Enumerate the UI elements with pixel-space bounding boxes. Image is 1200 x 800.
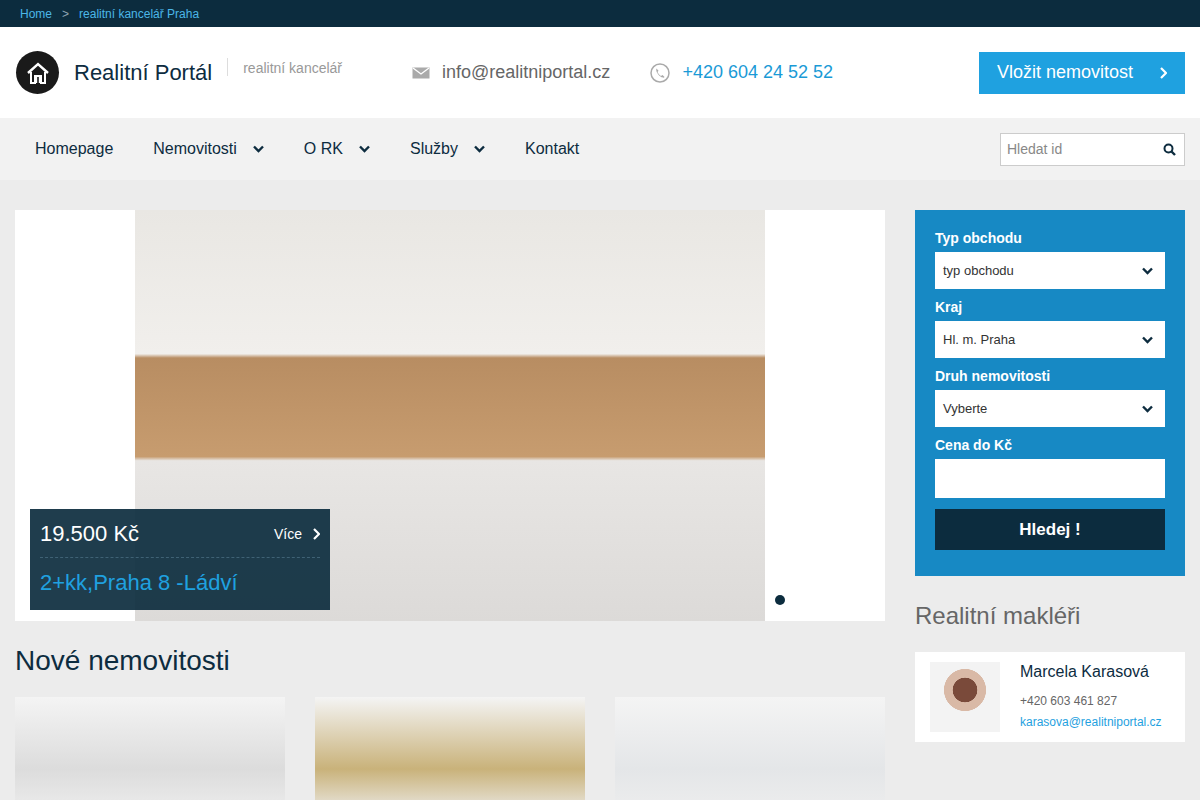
breadcrumb-link[interactable]: realitní kancelář Praha	[79, 7, 199, 21]
menu-label: O RK	[304, 140, 343, 158]
menu-item[interactable]: O RK	[284, 140, 390, 158]
more-label: Více	[274, 526, 302, 542]
header: Realitní Portál realitní kancelář info@rea…	[0, 27, 1200, 118]
select-value: typ obchodu	[943, 263, 1014, 278]
select-field[interactable]: Hl. m. Praha	[935, 321, 1165, 358]
breadcrumb-separator: >	[62, 7, 69, 21]
hero-slider: 19.500 Kč Více 2+kk,Praha 8 -Ládví	[15, 210, 885, 621]
agent-email[interactable]: karasova@realitniportal.cz	[1020, 715, 1162, 729]
chevron-down-icon	[253, 145, 264, 153]
menu-label: Služby	[410, 140, 458, 158]
slider-dots	[775, 595, 785, 605]
menu-label: Nemovitosti	[153, 140, 237, 158]
house-icon	[26, 62, 50, 84]
agent-phone: +420 603 461 827	[1020, 694, 1162, 708]
section-title: Nové nemovitosti	[15, 645, 885, 677]
property-card[interactable]	[315, 697, 585, 800]
slide-price: 19.500 Kč	[40, 521, 139, 547]
slide-title[interactable]: 2+kk,Praha 8 -Ládví	[40, 570, 320, 596]
caption-row: 19.500 Kč Více	[40, 521, 320, 558]
select-value: Hl. m. Praha	[943, 332, 1015, 347]
property-cards	[15, 697, 885, 800]
site-subtitle: realitní kancelář	[243, 60, 342, 76]
field-label: Kraj	[935, 299, 1165, 315]
main-menu: Homepage Nemovitosti O RK Služby Kontakt	[0, 118, 1200, 180]
add-property-label: Vložit nemovitost	[997, 62, 1133, 83]
property-card[interactable]	[615, 697, 885, 800]
logo[interactable]	[16, 51, 59, 94]
phone-contact: +420 604 24 52 52	[650, 62, 833, 83]
property-card[interactable]	[15, 697, 285, 800]
search-button[interactable]: Hledej !	[935, 509, 1165, 550]
select-value: Vyberte	[943, 401, 987, 416]
menu-item[interactable]: Kontakt	[505, 140, 599, 158]
slide-caption: 19.500 Kč Více 2+kk,Praha 8 -Ládví	[30, 509, 330, 610]
main-content: 19.500 Kč Více 2+kk,Praha 8 -Ládví Nové nem…	[0, 180, 1200, 800]
chevron-down-icon	[1142, 405, 1153, 413]
chevron-down-icon	[1142, 267, 1153, 275]
chevron-down-icon	[359, 145, 370, 153]
field-label: Druh nemovitosti	[935, 368, 1165, 384]
menu-item[interactable]: Homepage	[15, 140, 133, 158]
field-label: Typ obchodu	[935, 230, 1165, 246]
email-contact: info@realitniportal.cz	[412, 62, 610, 83]
menu-label: Homepage	[35, 140, 113, 158]
right-column: Typ obchodu typ obchodu Kraj Hl. m. Praha Dr…	[915, 210, 1185, 800]
breadcrumb: Home > realitní kancelář Praha	[0, 0, 1200, 27]
breadcrumb-link[interactable]: Home	[20, 7, 52, 21]
slider-dot[interactable]	[775, 595, 785, 605]
left-column: 19.500 Kč Více 2+kk,Praha 8 -Ládví Nové nem…	[15, 210, 885, 800]
agent-photo	[930, 662, 1000, 732]
add-property-button[interactable]: Vložit nemovitost	[979, 52, 1185, 94]
search-form: Typ obchodu typ obchodu Kraj Hl. m. Praha Dr…	[915, 210, 1185, 576]
menu-label: Kontakt	[525, 140, 579, 158]
more-link[interactable]: Více	[274, 526, 320, 542]
chevron-right-icon	[312, 528, 320, 540]
price-input[interactable]	[935, 459, 1165, 498]
agent-card: Marcela Karasová +420 603 461 827 karasova…	[915, 652, 1185, 742]
menu-item[interactable]: Nemovitosti	[133, 140, 284, 158]
site-title[interactable]: Realitní Portál	[74, 60, 212, 86]
select-field[interactable]: Vyberte	[935, 390, 1165, 427]
phone-icon	[650, 63, 670, 83]
title-separator	[227, 58, 228, 76]
select-field[interactable]: typ obchodu	[935, 252, 1165, 289]
envelope-icon	[412, 67, 430, 79]
agent-name: Marcela Karasová	[1020, 663, 1162, 681]
chevron-right-icon	[1159, 67, 1167, 79]
agent-info: Marcela Karasová +420 603 461 827 karasova…	[1020, 662, 1162, 732]
search-icon	[1163, 143, 1176, 156]
menu-item[interactable]: Služby	[390, 140, 505, 158]
phone-link[interactable]: +420 604 24 52 52	[682, 62, 833, 83]
agents-title: Realitní makléři	[915, 600, 1185, 632]
search-box	[1000, 133, 1185, 166]
email-link[interactable]: info@realitniportal.cz	[442, 62, 610, 83]
chevron-down-icon	[1142, 336, 1153, 344]
search-id-input[interactable]	[1007, 141, 1163, 157]
chevron-down-icon	[474, 145, 485, 153]
field-label: Cena do Kč	[935, 437, 1165, 453]
